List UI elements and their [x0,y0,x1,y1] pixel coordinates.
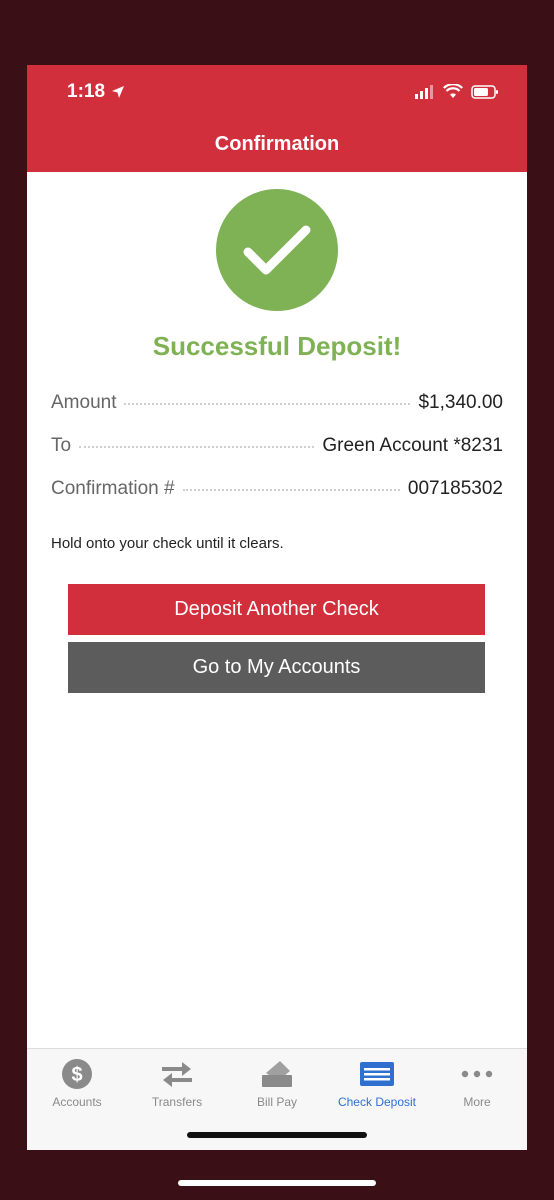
success-title: Successful Deposit! [152,331,402,361]
tab-label: Accounts [52,1095,102,1109]
deposit-another-check-button[interactable]: Deposit Another Check [68,584,485,635]
battery-icon [471,84,498,99]
status-icons [415,84,499,99]
status-time: 1:18 [67,81,125,103]
dollar-icon: $ [62,1059,92,1089]
page-title: Confirmation [214,133,340,155]
more-dots-icon [461,1070,493,1078]
bill-pay-icon [262,1061,292,1087]
tab-transfers[interactable]: Transfers [127,1057,227,1109]
detail-label: To [51,435,72,456]
svg-text:$: $ [71,1064,82,1086]
go-to-my-accounts-button[interactable]: Go to My Accounts [68,642,485,693]
detail-value: $1,340.00 [418,392,503,413]
detail-row-amount: Amount $1,340.00 [51,392,503,414]
tab-label: Check Deposit [337,1095,417,1109]
tab-check-deposit[interactable]: Check Deposit [327,1057,427,1109]
outer-home-bar [178,1180,376,1186]
detail-row-confirmation: Confirmation # 007185302 [51,478,503,500]
check-deposit-icon [360,1062,394,1086]
wifi-icon [443,84,463,98]
transfer-arrows-icon [162,1062,192,1087]
dotted-leader [182,488,400,491]
detail-label: Confirmation # [51,478,175,499]
tab-label: More [463,1095,491,1109]
tab-bill-pay[interactable]: Bill Pay [227,1057,327,1109]
detail-row-to: To Green Account *8231 [51,435,503,457]
app-header: 1:18 Confirmation [27,65,527,172]
signal-icon [415,84,433,99]
phone-screen: 1:18 Confirmation Successful Deposit! Am… [27,65,527,1150]
success-check-icon [216,189,338,311]
tab-label: Transfers [151,1095,203,1109]
hold-check-note: Hold onto your check until it clears. [51,535,284,552]
location-arrow-icon [112,86,125,98]
detail-value: 007185302 [407,478,503,499]
tab-more[interactable]: More [427,1057,527,1109]
tab-label: Bill Pay [256,1095,297,1109]
detail-value: Green Account *8231 [322,435,503,456]
home-indicator[interactable] [187,1132,367,1138]
tab-accounts[interactable]: $ Accounts [27,1057,127,1109]
detail-label: Amount [51,392,117,413]
dotted-leader [124,402,411,405]
status-time-text: 1:18 [67,81,106,102]
dotted-leader [79,445,315,448]
